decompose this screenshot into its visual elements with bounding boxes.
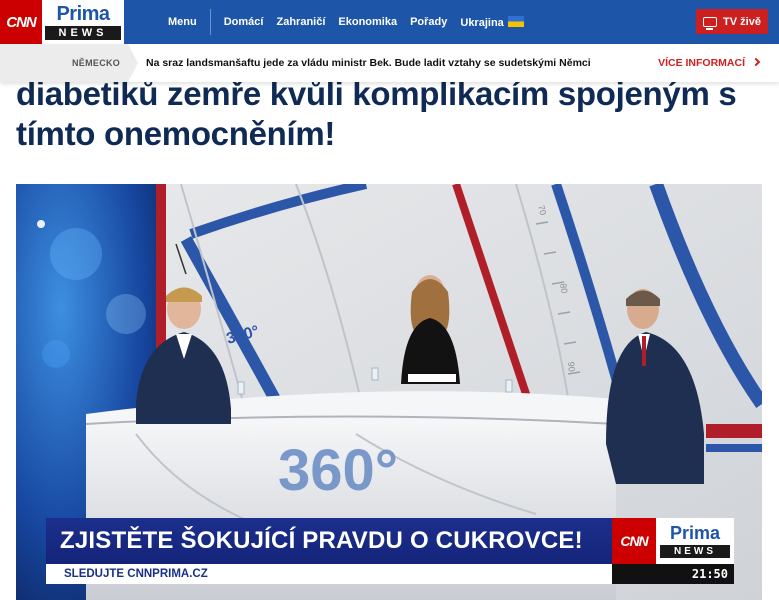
chevron-right-icon xyxy=(751,57,761,67)
ticker-headline[interactable]: Na sraz landsmanšaftu jede za vládu mini… xyxy=(146,44,591,82)
lower-third-prima: Prima NEWS xyxy=(656,518,734,564)
breaking-news-bar: NĚMECKO Na sraz landsmanšaftu jede za vl… xyxy=(0,44,779,82)
svg-text:80: 80 xyxy=(558,283,570,295)
nav-ukrajina-label: Ukrajina xyxy=(460,16,504,29)
tv-live-button[interactable]: TV živě xyxy=(696,9,768,34)
article-headline: diabetiků zemře kvůli komplikacím spojen… xyxy=(16,74,756,154)
lower-third-prima-text: Prima xyxy=(669,523,721,543)
more-info-label: VÍCE INFORMACÍ xyxy=(658,57,745,69)
svg-text:90: 90 xyxy=(566,361,577,372)
menu-button[interactable]: Menu xyxy=(168,16,197,28)
nav-zahranici[interactable]: Zahraničí xyxy=(276,16,325,28)
lower-third-subline: SLEDUJTE CNNPRIMA.CZ xyxy=(46,564,612,584)
lower-third-cnn: CNN xyxy=(612,518,656,564)
tv-live-label: TV živě xyxy=(723,15,761,28)
site-logo[interactable]: CNN Prima NEWS xyxy=(0,0,124,44)
nav-divider xyxy=(209,9,211,35)
lower-third-logo: CNN Prima NEWS 21:50 xyxy=(612,518,734,584)
tv-icon xyxy=(703,16,718,30)
ticker-category[interactable]: NĚMECKO xyxy=(0,44,138,82)
logo-prima-text: Prima xyxy=(56,3,110,25)
broadcast-clock: 21:50 xyxy=(612,564,734,584)
desk-360-logo: 360° xyxy=(278,438,398,503)
nav-domaci[interactable]: Domácí xyxy=(224,16,264,28)
logo-news-text: NEWS xyxy=(45,26,121,40)
nav-ukrajina[interactable]: Ukrajina xyxy=(460,15,524,29)
ukraine-flag-icon xyxy=(507,15,524,27)
top-navigation: CNN Prima NEWS Menu Domácí Zahraničí Eko… xyxy=(0,0,779,44)
lower-third-headline: ZJISTĚTE ŠOKUJÍCÍ PRAVDU O CUKROVCE! xyxy=(46,518,612,564)
more-info-link[interactable]: VÍCE INFORMACÍ xyxy=(658,44,761,82)
nav-porady[interactable]: Pořady xyxy=(410,16,447,28)
video-player[interactable]: 70 80 90 360° 360° ZJISTĚTE ŠOKUJÍCÍ PRA… xyxy=(16,184,762,600)
headline-line-2: tímto onemocněním! xyxy=(16,115,336,152)
main-nav: Menu Domácí Zahraničí Ekonomika Pořady U… xyxy=(168,0,537,44)
logo-cnn: CNN xyxy=(0,0,42,44)
nav-ekonomika[interactable]: Ekonomika xyxy=(338,16,397,28)
logo-prima-news: Prima NEWS xyxy=(42,0,124,44)
lower-third-news-text: NEWS xyxy=(660,545,730,558)
